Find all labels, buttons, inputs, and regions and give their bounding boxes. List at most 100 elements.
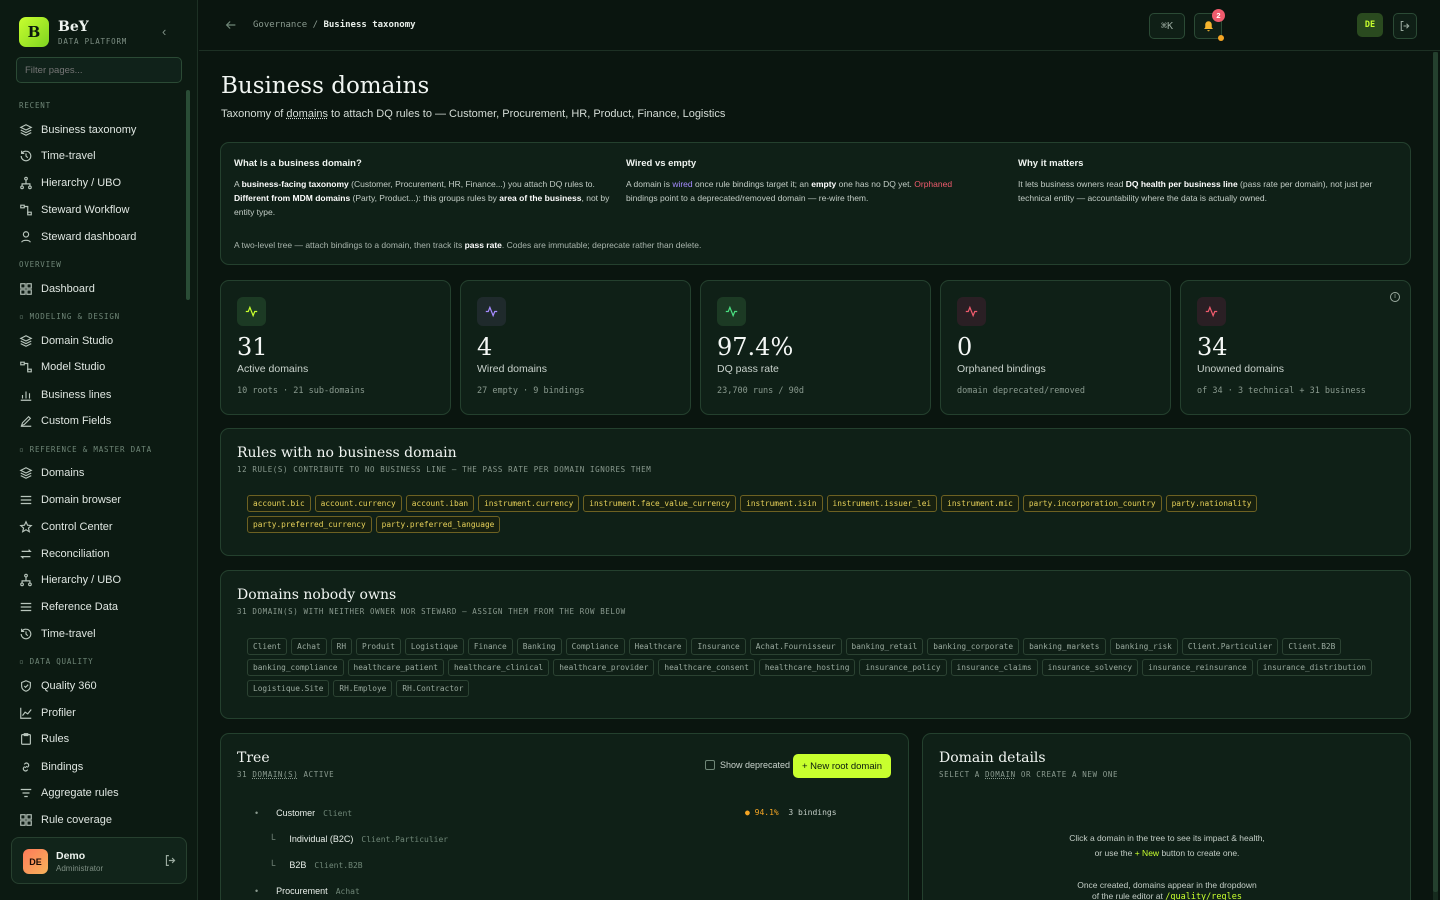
show-deprecated-toggle[interactable]: Show deprecated [705,760,790,770]
domain-chip[interactable]: Client.B2B [1282,638,1341,655]
domain-chip[interactable]: insurance_solvency [1042,659,1139,676]
sidebar-item-time-travel[interactable]: Time-travel [19,625,96,643]
domain-chip[interactable]: banking_corporate [927,638,1019,655]
domain-chip[interactable]: banking_retail [846,638,924,655]
breadcrumb-parent[interactable]: Governance [253,20,307,30]
domain-chip[interactable]: healthcare_hosting [759,659,856,676]
logout-icon[interactable] [164,854,177,867]
domain-chip[interactable]: insurance_claims [951,659,1038,676]
main-scrollbar[interactable] [1433,52,1438,900]
rule-chip[interactable]: party.incorporation_country [1023,495,1162,512]
filter-pages-input[interactable] [16,57,182,83]
user-menu-button[interactable]: DE [1357,13,1383,37]
sidebar-item-custom-fields[interactable]: Custom Fields [19,412,111,430]
domain-chip[interactable]: healthcare_consent [658,659,755,676]
domain-chip[interactable]: Logistique.Site [247,680,329,697]
rule-chip[interactable]: account.bic [247,495,311,512]
activity-icon [237,297,266,326]
command-palette-button[interactable]: ⌘K [1149,13,1185,39]
tree-row[interactable]: • Procurement Achat [255,886,360,896]
info-icon[interactable]: i [1390,292,1400,302]
domain-chip[interactable]: healthcare_provider [553,659,654,676]
domain-chip[interactable]: Client [247,638,287,655]
user-card[interactable]: DE Demo Administrator [11,837,187,884]
sidebar-item-reference-data[interactable]: Reference Data [19,598,118,616]
sidebar-item-steward-workflow[interactable]: Steward Workflow [19,201,129,219]
sidebar-item-steward-dashboard[interactable]: Steward dashboard [19,228,136,246]
new-link[interactable]: + New [1135,848,1159,858]
brand[interactable]: B BeY DATA PLATFORM [19,17,127,47]
domain-chip[interactable]: insurance_distribution [1257,659,1372,676]
domain-details-panel: Domain details SELECT A DOMAIN OR CREATE… [922,733,1411,900]
new-root-domain-button[interactable]: + New root domain [793,754,891,778]
sidebar-item-domain-studio[interactable]: Domain Studio [19,332,113,350]
rule-chip[interactable]: account.iban [406,495,474,512]
sidebar-item-control-center[interactable]: Control Center [19,518,113,536]
domain-chip[interactable]: Banking [517,638,562,655]
rule-chip[interactable]: instrument.currency [478,495,579,512]
rule-chip[interactable]: instrument.isin [740,495,822,512]
sidebar-item-quality-360[interactable]: Quality 360 [19,677,97,695]
domains-link[interactable]: domains [286,108,328,120]
domain-chip[interactable]: healthcare_patient [348,659,445,676]
sidebar-item-aggregate-rules[interactable]: Aggregate rules [19,784,119,802]
sidebar-item-bindings[interactable]: Bindings [19,758,83,776]
sidebar-item-profiler[interactable]: Profiler [19,704,76,722]
sidebar-item-domain-browser[interactable]: Domain browser [19,491,121,509]
domain-chip[interactable]: Compliance [566,638,625,655]
domain-chip[interactable]: RH.Contractor [396,680,469,697]
domain-chip[interactable]: banking_risk [1110,638,1178,655]
rule-chip[interactable]: party.preferred_language [376,516,501,533]
sidebar-item-label: Business lines [41,389,111,401]
domain-chip[interactable]: insurance_reinsurance [1142,659,1253,676]
domain-chip[interactable]: Healthcare [629,638,688,655]
sidebar-item-model-studio[interactable]: Model Studio [19,358,105,376]
domain-chip[interactable]: RH [331,638,352,655]
sidebar-item-dashboard[interactable]: Dashboard [19,280,95,298]
rule-chip[interactable]: instrument.issuer_lei [827,495,938,512]
sidebar-item-rules[interactable]: Rules [19,730,69,748]
rule-chip[interactable]: account.currency [315,495,402,512]
tree-row[interactable]: • Customer Client [255,808,352,818]
rule-chip[interactable]: party.nationality [1166,495,1258,512]
domain-chip[interactable]: banking_markets [1023,638,1105,655]
domain-chip[interactable]: Produit [356,638,401,655]
sidebar-item-hierarchy-ubo[interactable]: Hierarchy / UBO [19,174,121,192]
domain-chip[interactable]: Insurance [691,638,745,655]
section-subtitle: 31 DOMAIN(S) ACTIVE [237,770,334,779]
domain-chip[interactable]: Logistique [405,638,464,655]
checkbox[interactable] [705,760,715,770]
domain-chip[interactable]: banking_compliance [247,659,344,676]
logout-button[interactable] [1393,13,1417,39]
tree-row[interactable]: └ Individual (B2C) Client.Particulier [269,834,448,844]
sidebar-item-hierarchy-ubo[interactable]: Hierarchy / UBO [19,571,121,589]
rule-chip[interactable]: instrument.face_value_currency [583,495,736,512]
rule-chip[interactable]: party.preferred_currency [247,516,372,533]
back-arrow-icon[interactable] [224,18,238,32]
sidebar-item-reconciliation[interactable]: Reconciliation [19,545,109,563]
bell-icon [1202,20,1215,33]
domain-chip[interactable]: Achat [291,638,326,655]
stat-card: i 34 Unowned domains of 34 · 3 technical… [1180,280,1411,415]
domain-chip[interactable]: Achat.Fournisseur [750,638,842,655]
layers-icon [19,334,33,348]
nav-section-overview: OVERVIEW [19,260,62,269]
expand-icon[interactable]: • [255,808,258,818]
collapse-sidebar-icon[interactable]: ‹ [162,24,166,39]
domain-chip[interactable]: Client.Particulier [1182,638,1279,655]
activity-icon [1197,297,1226,326]
domain-chip[interactable]: Finance [468,638,513,655]
sidebar-item-domains[interactable]: Domains [19,464,84,482]
domain-chip[interactable]: insurance_policy [859,659,946,676]
expand-icon[interactable]: • [255,886,258,896]
sidebar-item-time-travel[interactable]: Time-travel [19,147,96,165]
pencil-icon [19,414,33,428]
domain-chip[interactable]: healthcare_clinical [448,659,549,676]
sidebar-scrollbar[interactable] [186,90,190,300]
sidebar-item-business-lines[interactable]: Business lines [19,386,111,404]
tree-row[interactable]: └ B2B Client.B2B [269,860,363,870]
domain-chip[interactable]: RH.Employe [333,680,392,697]
sidebar-item-business-taxonomy[interactable]: Business taxonomy [19,121,136,139]
rule-chip[interactable]: instrument.mic [941,495,1019,512]
sidebar-item-rule-coverage[interactable]: Rule coverage [19,811,112,829]
